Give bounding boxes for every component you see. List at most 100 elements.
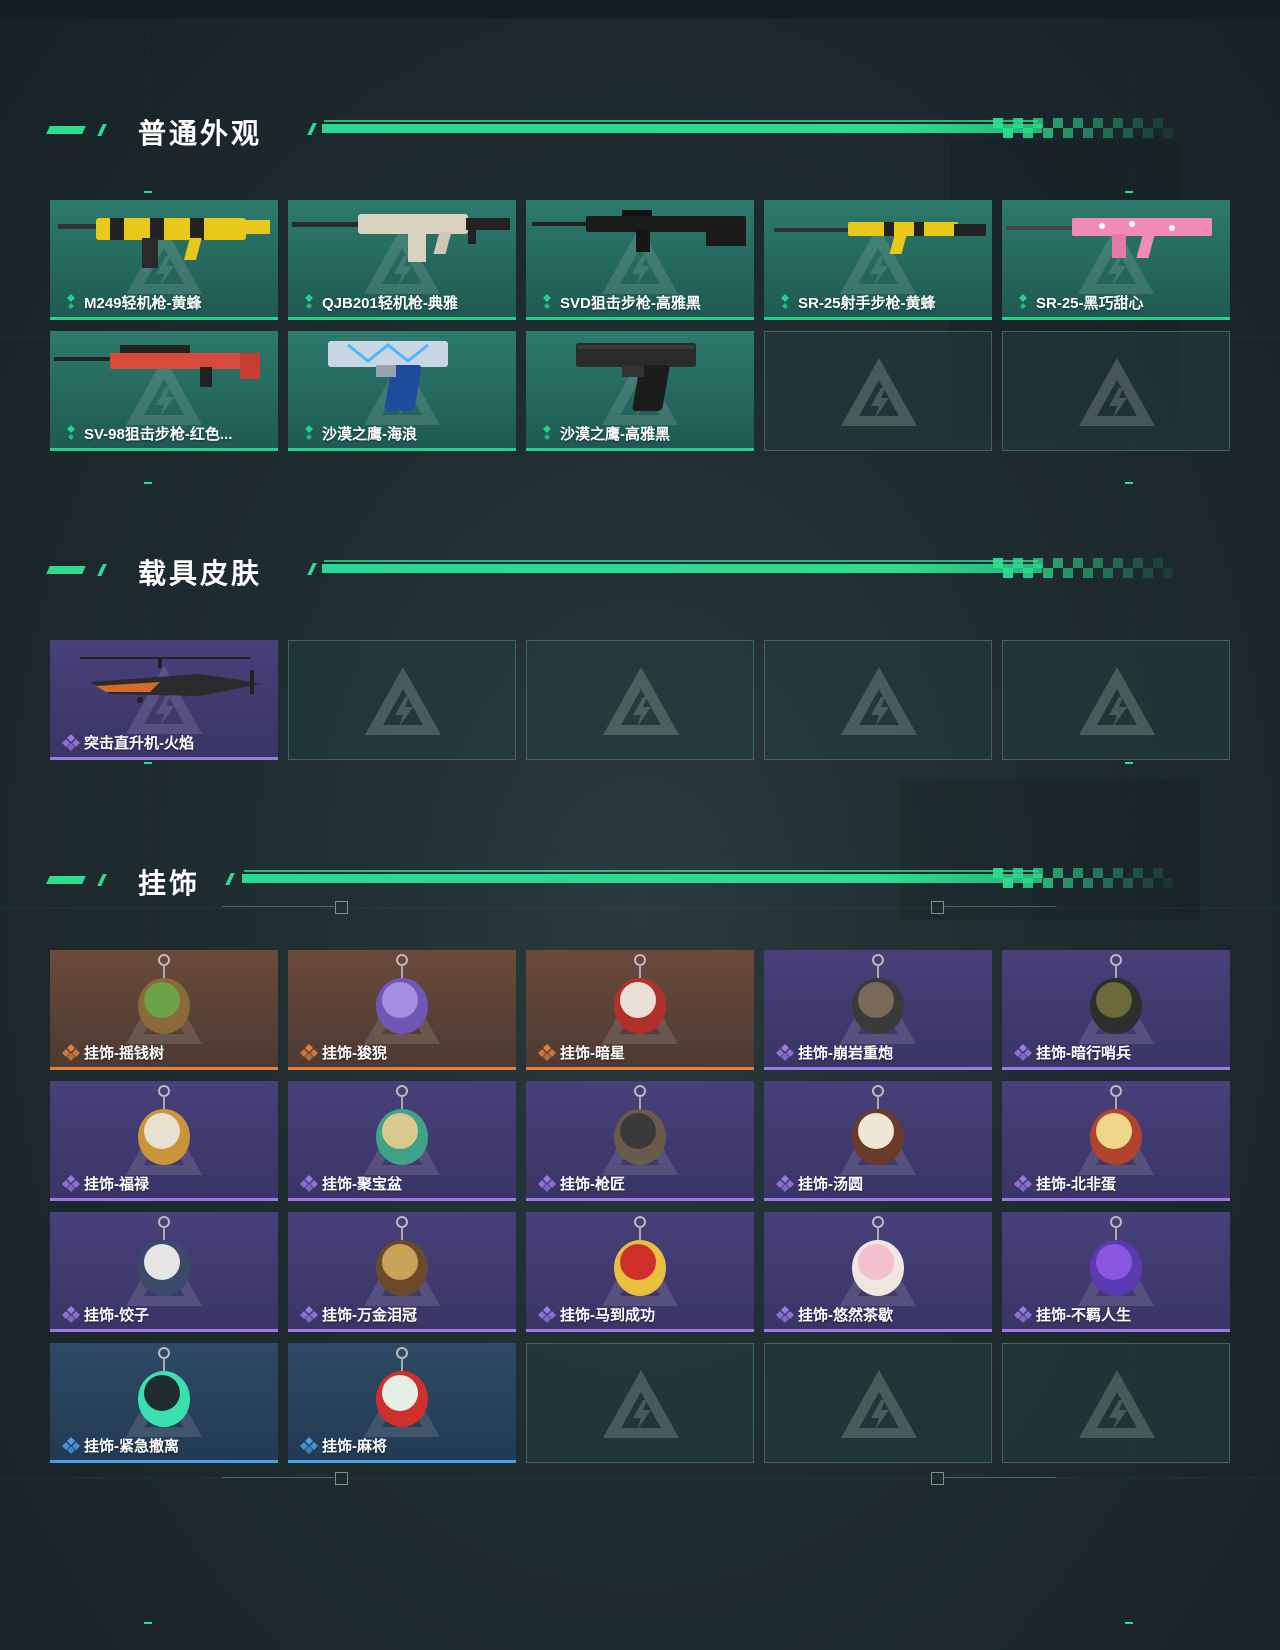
item-name: SVD狙击步枪-高雅黑	[560, 295, 701, 312]
header-accent-dash	[46, 876, 86, 884]
item-name: 挂饰-悠然茶歇	[798, 1307, 893, 1324]
orange-rarity-icon	[300, 1044, 318, 1061]
pistol-blue-icon	[328, 341, 448, 411]
empty-slot	[526, 640, 754, 760]
purple-rarity-icon	[1014, 1044, 1032, 1061]
header-accent-slash	[307, 563, 317, 575]
header-rule-thin	[244, 870, 1038, 872]
shakshuka-charm-icon	[1090, 1085, 1142, 1165]
item-card[interactable]: 挂饰-北非蛋	[1002, 1081, 1230, 1201]
light-machine-gun-icon	[292, 214, 510, 262]
header-accent-dash	[46, 126, 86, 134]
green-rarity-icon	[67, 425, 75, 440]
corner-tick	[1125, 1622, 1133, 1624]
item-card[interactable]: 挂饰-崩岩重炮	[764, 950, 992, 1070]
item-card[interactable]: 突击直升机-火焰	[50, 640, 278, 760]
item-card[interactable]: 挂饰-紧急撤离	[50, 1343, 278, 1463]
logo-watermark-icon	[1079, 358, 1155, 426]
purple-rarity-icon	[1014, 1175, 1032, 1192]
header-accent-dash	[46, 566, 86, 574]
header-rule	[322, 564, 1042, 573]
purple-rarity-icon	[62, 1175, 80, 1192]
item-card[interactable]: 挂饰-福禄	[50, 1081, 278, 1201]
green-rarity-icon	[781, 294, 789, 309]
item-card[interactable]: 挂饰-狻猊	[288, 950, 516, 1070]
item-card[interactable]: SR-25射手步枪-黄蜂	[764, 200, 992, 320]
header-accent-slash	[307, 123, 317, 135]
green-rarity-icon	[67, 294, 75, 309]
item-card[interactable]: 挂饰-摇钱树	[50, 950, 278, 1070]
empty-slot	[288, 640, 516, 760]
logo-watermark-icon	[1079, 667, 1155, 735]
horse-charm-icon	[614, 1216, 666, 1296]
logo-watermark-icon	[841, 358, 917, 426]
item-name: 挂饰-汤圆	[798, 1176, 863, 1193]
item-name: 突击直升机-火焰	[84, 735, 194, 752]
pistol-black-icon	[576, 343, 696, 411]
ruler-marker	[931, 1472, 944, 1485]
item-name: SR-25射手步枪-黄蜂	[798, 295, 936, 312]
item-name: 沙漠之鹰-高雅黑	[560, 426, 670, 443]
purple-rarity-icon	[62, 734, 80, 751]
corner-tick	[144, 1622, 152, 1624]
corner-tick	[1125, 762, 1133, 764]
charms-grid: 挂饰-摇钱树 挂饰-狻猊 挂饰-暗星 挂饰-崩岩重炮 挂饰-暗行哨兵挂饰-福禄 挂饰-聚宝…	[50, 950, 1230, 1463]
item-name: 挂饰-万金泪冠	[322, 1307, 417, 1324]
header-checker-pattern	[993, 118, 1173, 138]
money-tree-charm-icon	[138, 954, 190, 1034]
empty-slot	[1002, 331, 1230, 451]
gunsmith-charm-icon	[614, 1085, 666, 1165]
normal-skins-grid: M249轻机枪-黄蜂 QJB201轻机枪-典雅 SVD狙击步枪-高雅黑 SR-25射手…	[50, 200, 1230, 451]
item-card[interactable]: 沙漠之鹰-海浪	[288, 331, 516, 451]
item-card[interactable]: 挂饰-悠然茶歇	[764, 1212, 992, 1332]
item-card[interactable]: 沙漠之鹰-高雅黑	[526, 331, 754, 451]
purple-rarity-icon	[1014, 1306, 1032, 1323]
item-card[interactable]: 挂饰-枪匠	[526, 1081, 754, 1201]
logo-watermark-icon	[603, 667, 679, 735]
top-band	[0, 0, 1280, 18]
green-rarity-icon	[543, 294, 551, 309]
item-name: 挂饰-狻猊	[322, 1045, 387, 1062]
empty-slot	[526, 1343, 754, 1463]
item-card[interactable]: 挂饰-汤圆	[764, 1081, 992, 1201]
item-name: 挂饰-紧急撤离	[84, 1438, 179, 1455]
item-name: SV-98狙击步枪-红色...	[84, 426, 233, 443]
item-name: 挂饰-暗行哨兵	[1036, 1045, 1131, 1062]
item-card[interactable]: SVD狙击步枪-高雅黑	[526, 200, 754, 320]
corner-tick	[1125, 191, 1133, 193]
item-card[interactable]: 挂饰-不羁人生	[1002, 1212, 1230, 1332]
cupcake-charm-icon	[852, 1216, 904, 1296]
ruler-line	[944, 1477, 1056, 1478]
ruler-line	[222, 1477, 334, 1478]
item-card[interactable]: SR-25-黑巧甜心	[1002, 200, 1230, 320]
header-accent-slash	[225, 873, 235, 885]
item-name: 挂饰-暗星	[560, 1045, 625, 1062]
section-header-vehicle-skins: 载具皮肤	[46, 550, 1198, 590]
logo-watermark-icon	[365, 667, 441, 735]
item-card[interactable]: 挂饰-暗行哨兵	[1002, 950, 1230, 1070]
item-card[interactable]: 挂饰-万金泪冠	[288, 1212, 516, 1332]
item-card[interactable]: 挂饰-马到成功	[526, 1212, 754, 1332]
item-card[interactable]: 挂饰-暗星	[526, 950, 754, 1070]
ruler-marker	[335, 901, 348, 914]
ruler-marker	[931, 901, 944, 914]
suanni-charm-icon	[376, 954, 428, 1034]
item-card[interactable]: 挂饰-聚宝盆	[288, 1081, 516, 1201]
item-card[interactable]: 挂饰-麻将	[288, 1343, 516, 1463]
item-card[interactable]: QJB201轻机枪-典雅	[288, 200, 516, 320]
empty-slot	[1002, 640, 1230, 760]
header-rule	[242, 874, 1042, 883]
ruler-line	[222, 906, 334, 907]
header-checker-pattern	[993, 868, 1173, 888]
tangyuan-charm-icon	[852, 1085, 904, 1165]
blue-rarity-icon	[300, 1437, 318, 1454]
item-card[interactable]: M249轻机枪-黄蜂	[50, 200, 278, 320]
marksman-rifle-pink-icon	[1006, 218, 1212, 258]
logo-watermark-icon	[603, 1370, 679, 1438]
item-card[interactable]: SV-98狙击步枪-红色...	[50, 331, 278, 451]
item-card[interactable]: 挂饰-饺子	[50, 1212, 278, 1332]
purple-rarity-icon	[538, 1175, 556, 1192]
item-name: 挂饰-麻将	[322, 1438, 387, 1455]
ruler-marker	[335, 1472, 348, 1485]
header-accent-slash	[97, 124, 107, 136]
